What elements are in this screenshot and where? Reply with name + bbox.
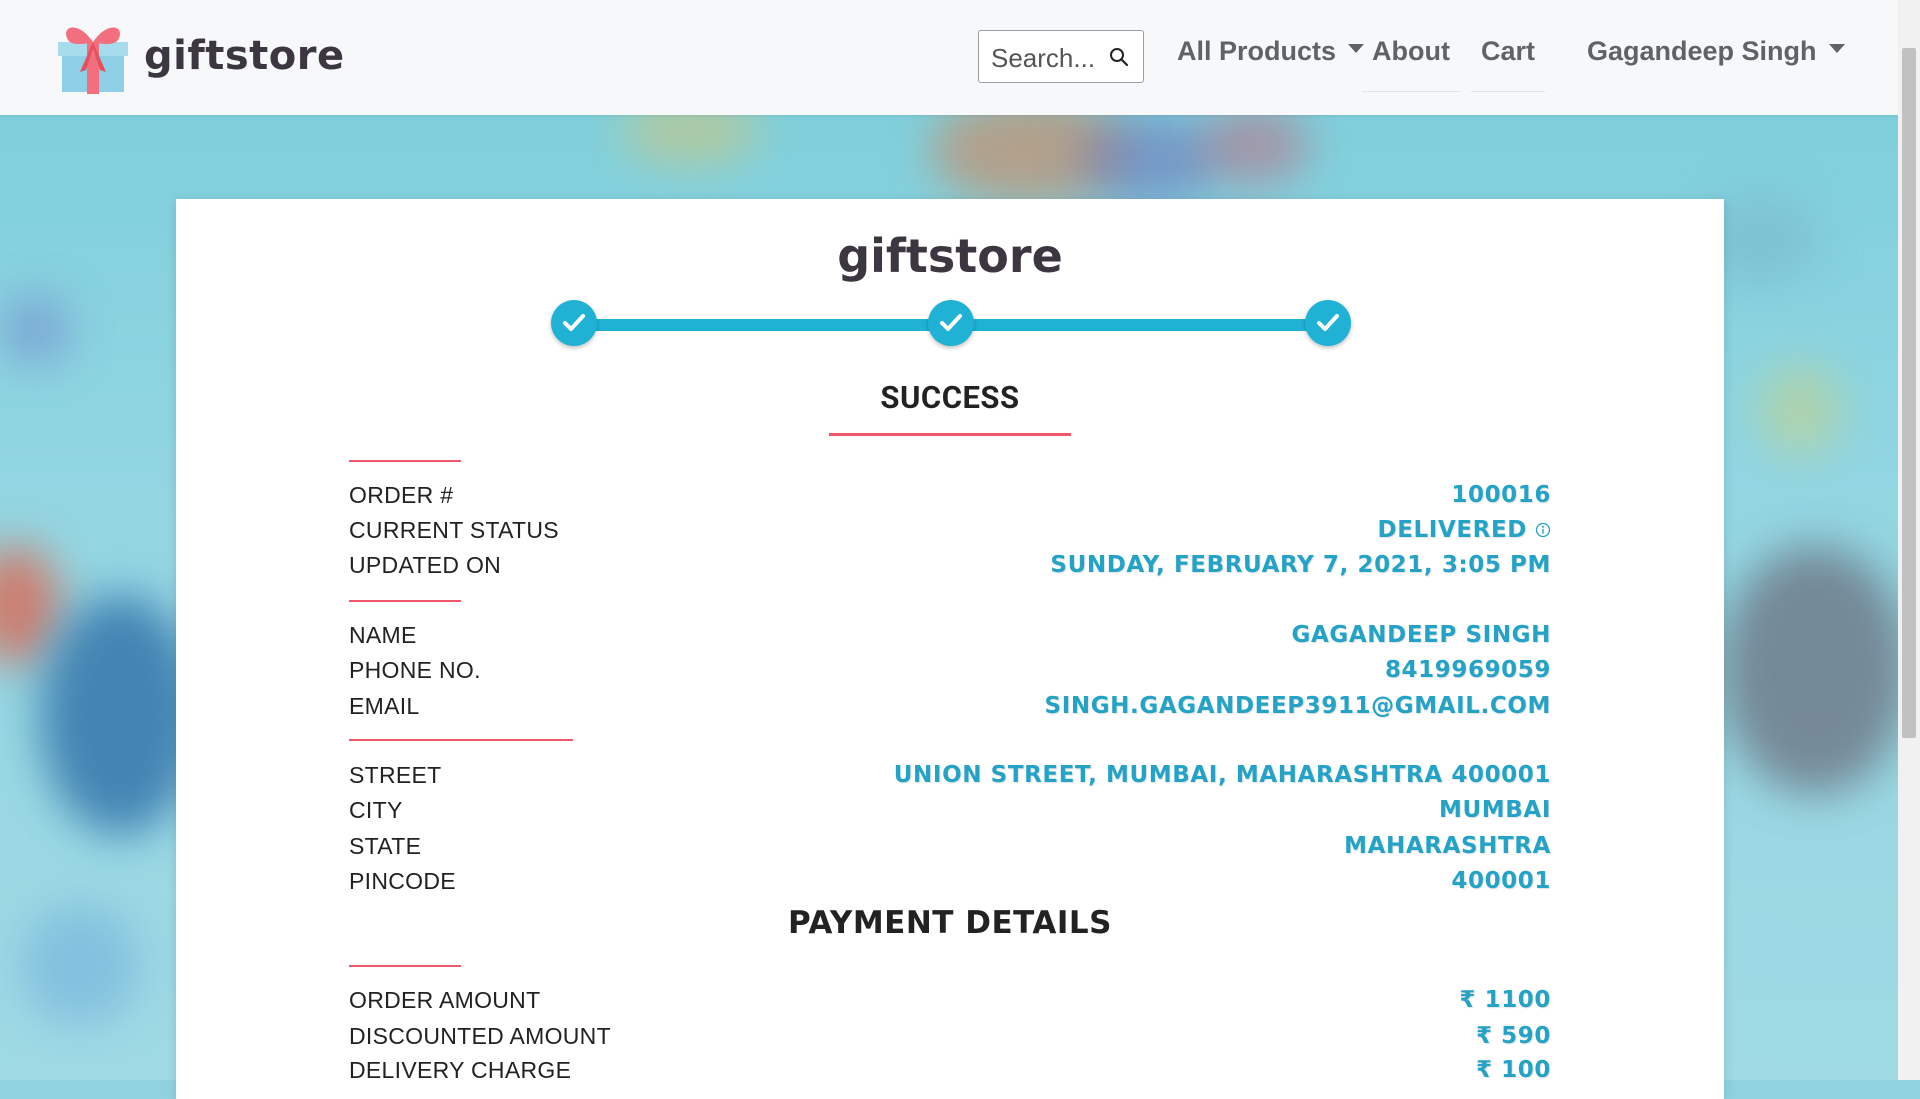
street-value: UNION STREET, MUMBAI, MAHARASHTRA 400001 (893, 762, 1551, 788)
email-label: EMAIL (349, 693, 420, 719)
name-label: NAME (349, 622, 417, 648)
card-brand-title: giftstore (837, 229, 1063, 283)
order-number-value: 100016 (1451, 482, 1551, 508)
city-row: CITY MUMBAI (349, 797, 1551, 831)
payment-details-heading: PAYMENT DETAILS (787, 905, 1112, 941)
check-icon (563, 314, 585, 331)
order-number-label: ORDER # (349, 482, 454, 508)
updated-on-row: UPDATED ON SUNDAY, FEBRUARY 7, 2021, 3:0… (349, 552, 1551, 586)
current-status-label: CURRENT STATUS (349, 517, 559, 543)
delivery-charge-row: DELIVERY CHARGE ₹ 100 (349, 1057, 1551, 1091)
nav-all-products-dropdown[interactable]: All Products (1177, 36, 1365, 67)
phone-row: PHONE NO. 8419969059 (349, 657, 1551, 691)
section-divider (349, 460, 461, 462)
updated-on-label: UPDATED ON (349, 552, 502, 578)
delivery-charge-value: ₹ 100 (1475, 1057, 1551, 1083)
current-status-value-wrap: DELIVERED (1378, 517, 1551, 543)
navbar: giftstore All Products About Cart Gagand… (0, 0, 1898, 115)
nav-user-dropdown[interactable]: Gagandeep Singh (1587, 36, 1845, 67)
email-value: SINGH.GAGANDEEP3911@GMAIL.COM (1044, 693, 1551, 719)
nav-about[interactable]: About (1362, 36, 1460, 92)
check-icon (940, 314, 962, 331)
section-divider (349, 739, 573, 741)
info-icon[interactable] (1535, 522, 1551, 538)
nav-user-label: Gagandeep Singh (1587, 36, 1817, 66)
phone-label: PHONE NO. (349, 657, 481, 683)
search-input[interactable] (989, 41, 1105, 75)
section-divider (349, 600, 461, 602)
pincode-value: 400001 (1451, 868, 1551, 894)
progress-step-1 (551, 300, 597, 346)
order-card: giftstore SUCCESS ORDER # 100016 CURRENT… (176, 199, 1724, 1099)
city-value: MUMBAI (1439, 797, 1551, 823)
updated-on-value: SUNDAY, FEBRUARY 7, 2021, 3:05 PM (1050, 552, 1551, 578)
name-value: GAGANDEEP SINGH (1291, 622, 1551, 648)
street-row: STREET UNION STREET, MUMBAI, MAHARASHTRA… (349, 762, 1551, 796)
progress-step-3 (1305, 300, 1351, 346)
progress-step-2 (928, 300, 974, 346)
current-status-value: DELIVERED (1377, 517, 1527, 543)
check-icon (1317, 314, 1339, 331)
discounted-amount-row: DISCOUNTED AMOUNT ₹ 590 (349, 1023, 1551, 1057)
name-row: NAME GAGANDEEP SINGH (349, 622, 1551, 656)
page-scrollbar[interactable] (1898, 0, 1920, 1080)
nav-all-products-label: All Products (1177, 36, 1337, 66)
nav-about-label: About (1372, 36, 1450, 66)
search-icon[interactable] (1109, 47, 1129, 67)
status-heading-underline (829, 433, 1071, 436)
section-divider (349, 965, 461, 967)
city-label: CITY (349, 797, 403, 823)
pincode-label: PINCODE (349, 868, 456, 894)
search-box (978, 30, 1144, 83)
caret-down-icon (1828, 44, 1845, 54)
scrollbar-thumb[interactable] (1902, 48, 1916, 738)
order-progress-tracker (551, 299, 1351, 349)
email-row: EMAIL SINGH.GAGANDEEP3911@GMAIL.COM (349, 693, 1551, 727)
pincode-row: PINCODE 400001 (349, 868, 1551, 902)
brand-link[interactable]: giftstore (58, 18, 345, 94)
order-amount-row: ORDER AMOUNT ₹ 1100 (349, 987, 1551, 1021)
state-value: MAHARASHTRA (1344, 833, 1551, 859)
state-row: STATE MAHARASHTRA (349, 833, 1551, 867)
street-label: STREET (349, 762, 442, 788)
state-label: STATE (349, 833, 422, 859)
nav-cart-label: Cart (1481, 36, 1536, 66)
gift-logo-icon (58, 27, 128, 94)
current-status-row: CURRENT STATUS DELIVERED (349, 517, 1551, 551)
phone-value: 8419969059 (1384, 657, 1551, 683)
order-amount-label: ORDER AMOUNT (349, 987, 541, 1013)
order-amount-value: ₹ 1100 (1459, 987, 1551, 1013)
status-heading: SUCCESS (880, 379, 1020, 416)
order-number-row: ORDER # 100016 (349, 482, 1551, 516)
brand-name: giftstore (144, 33, 345, 79)
discounted-amount-value: ₹ 590 (1475, 1023, 1551, 1049)
discounted-amount-label: DISCOUNTED AMOUNT (349, 1023, 611, 1049)
nav-cart[interactable]: Cart (1471, 36, 1546, 92)
